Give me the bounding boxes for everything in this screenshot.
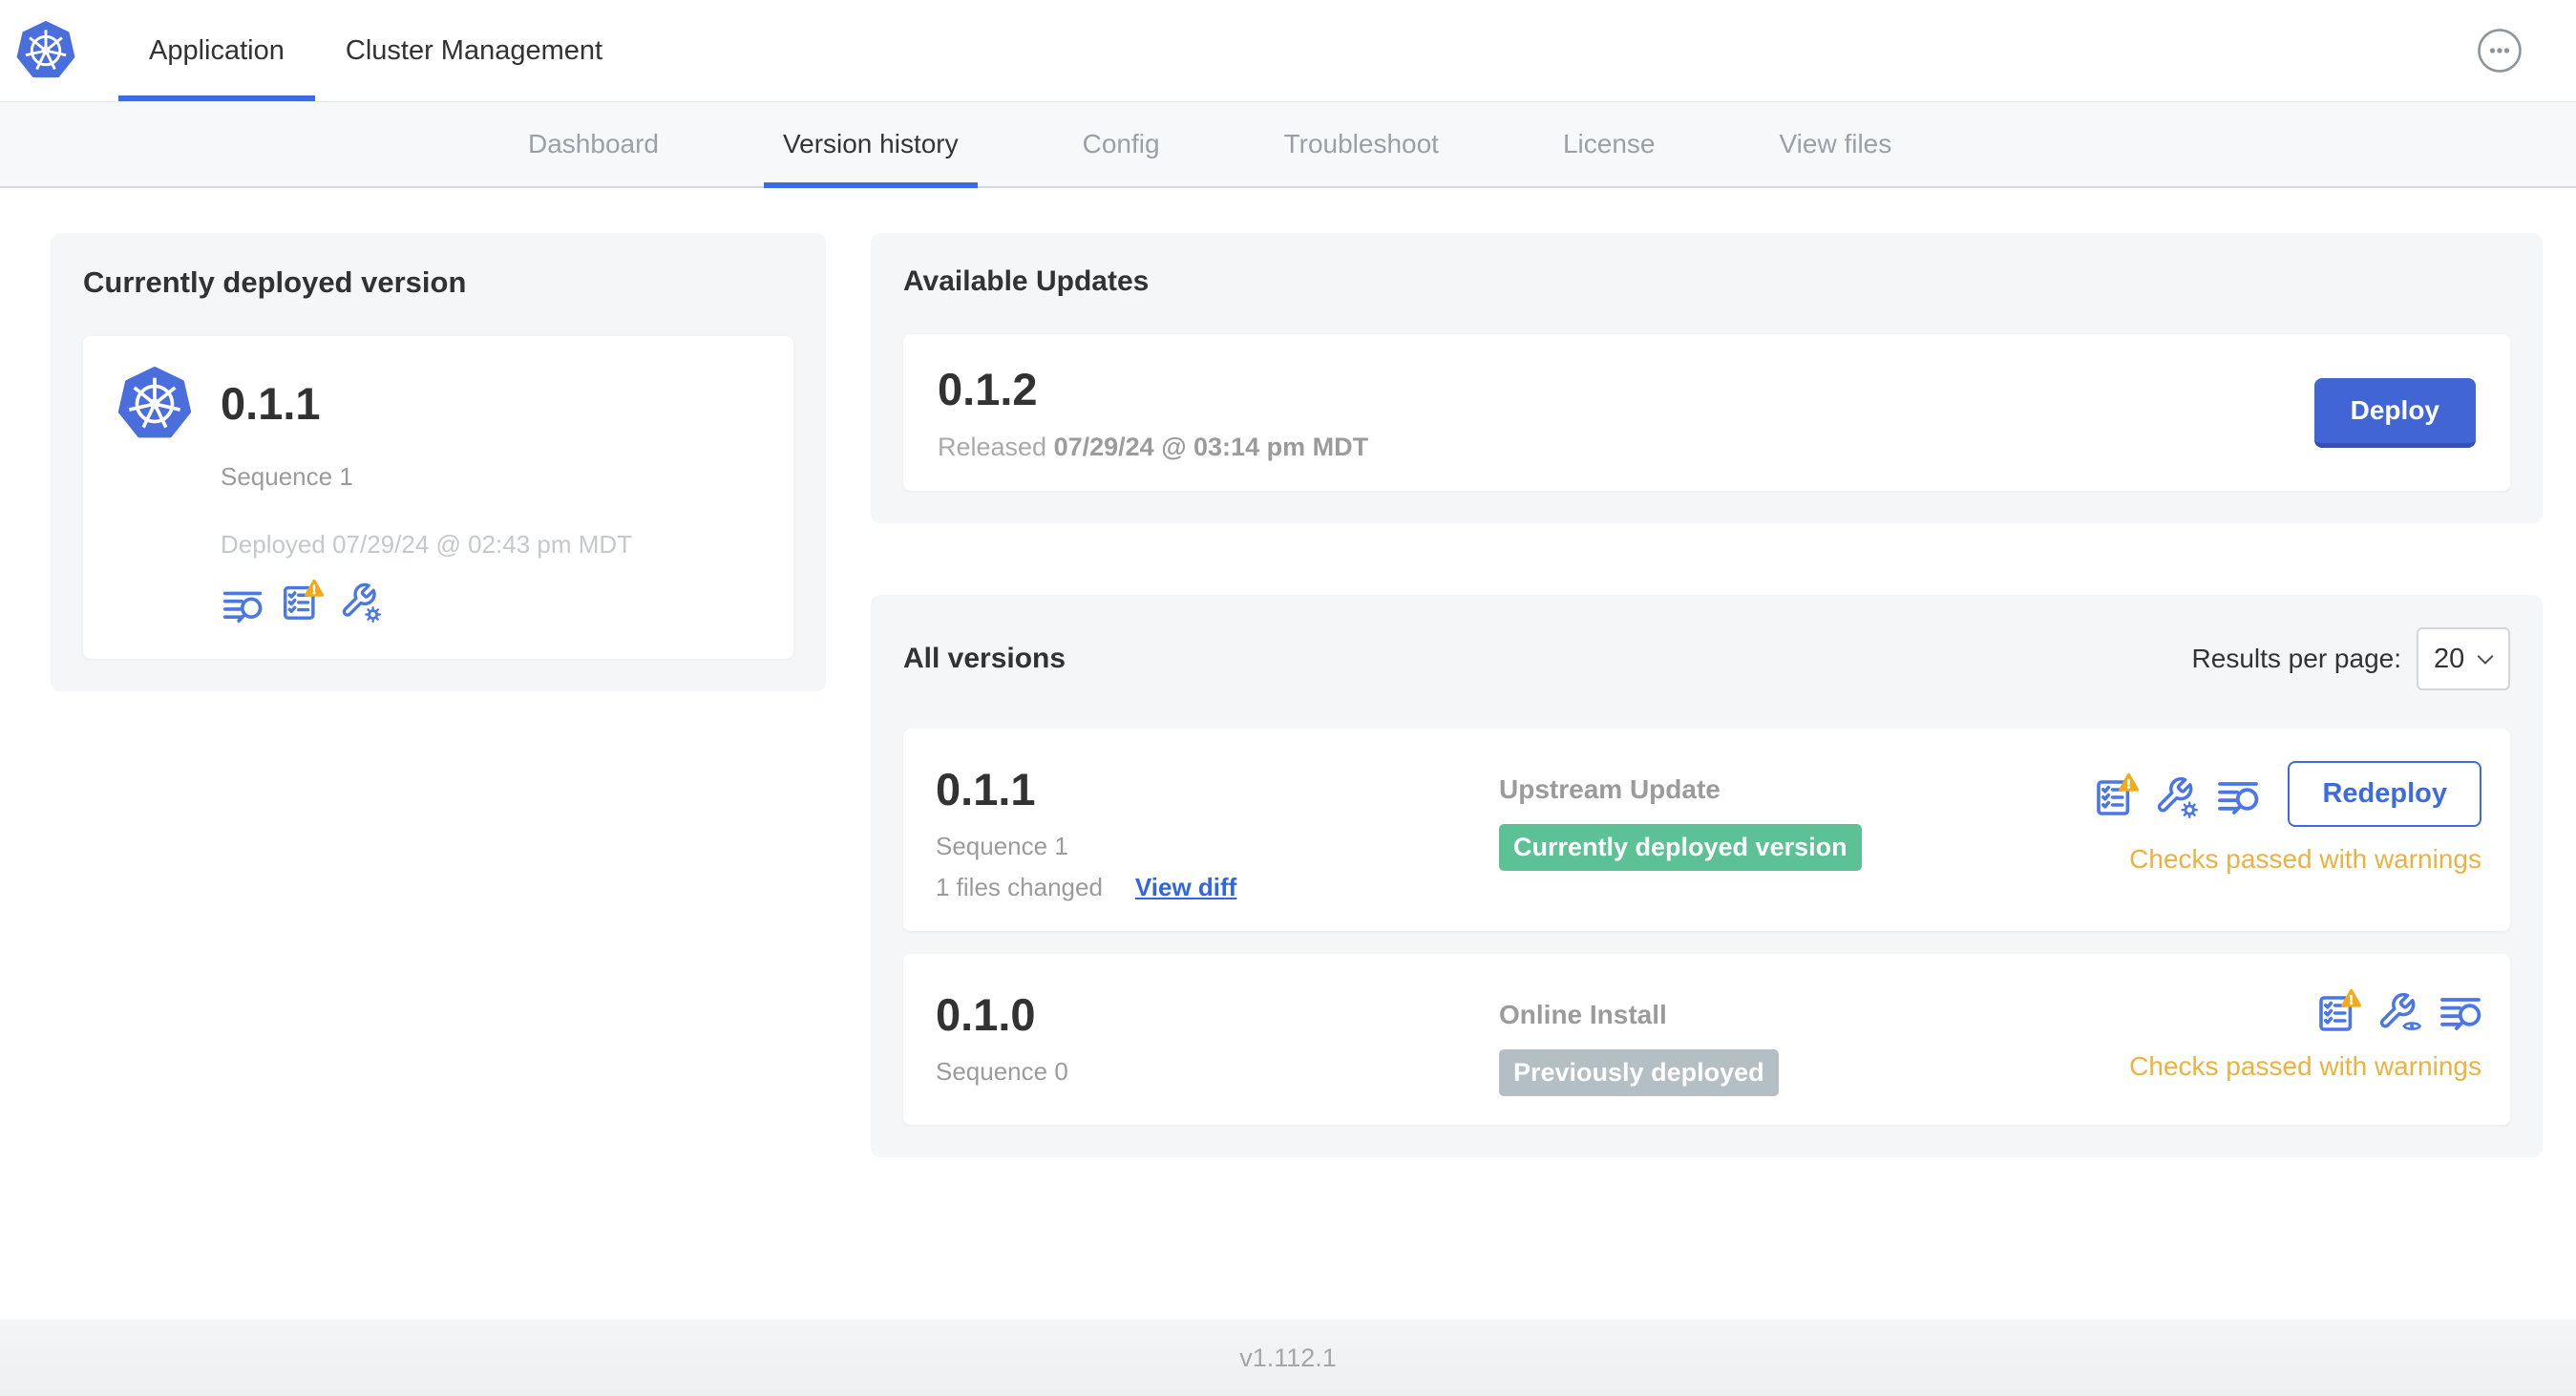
results-per-page-select[interactable]: 20: [2417, 627, 2510, 690]
ellipsis-icon: [2478, 29, 2522, 73]
header-tabs: Application Cluster Management: [118, 0, 633, 101]
row-action-icons: [2315, 986, 2481, 1034]
version-row-actions: Checks passed with warnings: [2129, 986, 2481, 1096]
view-diff-link[interactable]: View diff: [1135, 873, 1236, 902]
source-label: Online Install: [1499, 1000, 1667, 1029]
diff-lines-search-icon: [2440, 998, 2481, 1030]
console-version: v1.112.1: [1239, 1343, 1337, 1372]
released-prefix: Released: [938, 433, 1047, 461]
checklist-warning-icon: [2097, 772, 2140, 815]
deploy-button[interactable]: Deploy: [2313, 377, 2476, 448]
edit-config-button[interactable]: [2154, 771, 2198, 818]
right-column: Available Updates 0.1.2 Released 07/29/2…: [871, 233, 2543, 1157]
currently-deployed-card: 0.1.1 Sequence 1 Deployed 07/29/24 @ 02:…: [83, 336, 793, 659]
currently-deployed-panel: Currently deployed version 0.1.1 Sequenc…: [51, 233, 826, 691]
row-version-number: 0.1.0: [936, 989, 1036, 1040]
all-versions-title: All versions: [903, 643, 1066, 674]
subnav-tab-troubleshoot-label: Troubleshoot: [1283, 129, 1439, 159]
row-action-icons: Redeploy: [2093, 761, 2481, 827]
main-content: Currently deployed version 0.1.1 Sequenc…: [0, 188, 2576, 1157]
tab-application[interactable]: Application: [118, 0, 315, 101]
redeploy-button[interactable]: Redeploy: [2288, 761, 2481, 827]
version-row-0-1-1: 0.1.1 Sequence 1 1 files changed View di…: [903, 729, 2510, 931]
preflight-results-button[interactable]: [2093, 771, 2140, 818]
subnav-tab-config[interactable]: Config: [1064, 102, 1179, 186]
view-deploy-logs-button[interactable]: [2438, 986, 2481, 1034]
subnav-tab-view-files-label: View files: [1779, 129, 1892, 159]
results-per-page-label: Results per page:: [2191, 644, 2401, 673]
app-subnav: Dashboard Version history Config Trouble…: [0, 102, 2576, 188]
view-config-button[interactable]: [2376, 986, 2420, 1034]
subnav-tab-troubleshoot[interactable]: Troubleshoot: [1265, 102, 1458, 186]
deployed-version-number: 0.1.1: [221, 378, 321, 429]
checks-status-text: Checks passed with warnings: [2129, 844, 2481, 874]
wrench-gear-icon: [339, 577, 383, 624]
subnav-tab-license[interactable]: License: [1544, 102, 1675, 186]
kubernetes-logo-icon: [16, 21, 75, 78]
row-sequence: Sequence 0: [936, 1057, 1068, 1086]
update-released-line: Released 07/29/24 @ 03:14 pm MDT: [938, 433, 1368, 462]
preflight-results-button[interactable]: [2315, 986, 2361, 1034]
row-files-line: 1 files changed View diff: [936, 873, 1499, 902]
subnav-tab-config-label: Config: [1082, 129, 1160, 159]
tab-cluster-management[interactable]: Cluster Management: [315, 0, 633, 101]
available-update-info: 0.1.2 Released 07/29/24 @ 03:14 pm MDT: [938, 363, 1368, 462]
available-updates-title: Available Updates: [903, 265, 1150, 297]
released-date: 07/29/24 @ 03:14 pm MDT: [1053, 433, 1369, 461]
wrench-eye-icon: [2376, 986, 2422, 1036]
row-sequence: Sequence 1: [936, 832, 1068, 860]
deployed-info: 0.1.1 Sequence 1 Deployed 07/29/24 @ 02:…: [221, 367, 632, 624]
subnav-tab-view-files[interactable]: View files: [1760, 102, 1911, 186]
version-row-info: 0.1.1 Sequence 1 1 files changed View di…: [936, 761, 1499, 902]
wrench-gear-icon: [2154, 771, 2200, 820]
all-versions-panel: All versions Results per page: 20 0.1.1 …: [871, 595, 2543, 1157]
version-row-source: Upstream Update Currently deployed versi…: [1499, 761, 2093, 902]
tab-cluster-management-label: Cluster Management: [345, 34, 603, 66]
subnav-tab-dashboard-label: Dashboard: [528, 129, 659, 159]
overflow-menu-button[interactable]: [2477, 28, 2523, 74]
app-header: Application Cluster Management: [0, 0, 2576, 102]
all-versions-header: All versions Results per page: 20: [903, 627, 2510, 690]
kubernetes-app-icon: [117, 367, 192, 441]
tab-application-label: Application: [149, 34, 285, 66]
app-footer: v1.112.1: [0, 1320, 2576, 1396]
results-per-page: Results per page: 20: [2192, 627, 2510, 690]
checks-status-text: Checks passed with warnings: [2129, 1051, 2481, 1081]
diff-lines-search-icon: [222, 591, 263, 623]
version-row-info: 0.1.0 Sequence 0: [936, 986, 1499, 1096]
deployed-action-icons: [221, 577, 632, 624]
chevron-down-icon: [2477, 654, 2494, 665]
version-row-source: Online Install Previously deployed: [1499, 986, 2129, 1096]
subnav-tab-dashboard[interactable]: Dashboard: [509, 102, 678, 186]
checklist-warning-icon: [2319, 988, 2361, 1031]
results-per-page-value: 20: [2434, 643, 2465, 674]
status-badge: Previously deployed: [1499, 1049, 1779, 1096]
diff-lines-search-icon: [2218, 781, 2259, 814]
view-deploy-logs-button[interactable]: [221, 577, 264, 624]
version-row-0-1-0: 0.1.0 Sequence 0 Online Install Previous…: [903, 954, 2510, 1125]
currently-deployed-title: Currently deployed version: [83, 265, 467, 299]
edit-config-button[interactable]: [339, 577, 383, 624]
source-label: Upstream Update: [1499, 774, 1721, 804]
update-version-number: 0.1.2: [938, 364, 1038, 414]
status-badge: Currently deployed version: [1499, 824, 1862, 871]
preflight-results-button[interactable]: [280, 577, 324, 624]
subnav-tab-license-label: License: [1562, 129, 1656, 159]
subnav-tab-version-history[interactable]: Version history: [763, 102, 978, 188]
checklist-warning-icon: [284, 579, 324, 620]
version-row-actions: Redeploy Checks passed with warnings: [2093, 761, 2481, 902]
subnav-tab-version-history-label: Version history: [782, 129, 959, 159]
view-deploy-logs-button[interactable]: [2215, 771, 2259, 818]
available-update-card: 0.1.2 Released 07/29/24 @ 03:14 pm MDT D…: [903, 334, 2510, 491]
available-updates-panel: Available Updates 0.1.2 Released 07/29/2…: [871, 233, 2543, 523]
deployed-timestamp: Deployed 07/29/24 @ 02:43 pm MDT: [221, 530, 633, 559]
row-version-number: 0.1.1: [936, 764, 1036, 814]
deployed-sequence: Sequence 1: [221, 462, 353, 491]
files-changed: 1 files changed: [936, 873, 1103, 901]
